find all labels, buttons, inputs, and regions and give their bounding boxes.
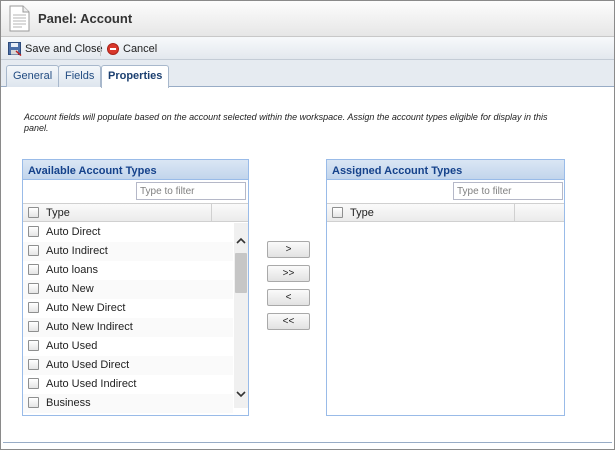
save-icon	[8, 41, 22, 56]
document-icon	[9, 5, 30, 32]
available-filter-input[interactable]	[136, 182, 246, 200]
column-divider	[211, 204, 212, 222]
remove-all-button[interactable]: <<	[267, 313, 310, 330]
row-checkbox[interactable]	[28, 226, 39, 237]
tab-general[interactable]: General	[6, 65, 60, 87]
list-item[interactable]: Auto Used Indirect	[23, 375, 233, 394]
list-item[interactable]: Auto Direct	[23, 223, 233, 242]
list-item[interactable]: Auto loans	[23, 261, 233, 280]
scroll-thumb[interactable]	[235, 253, 247, 293]
save-and-close-button[interactable]: Save and Close	[8, 41, 103, 56]
list-item[interactable]: Auto Indirect	[23, 242, 233, 261]
cancel-icon	[107, 42, 119, 55]
assigned-filter-input[interactable]	[453, 182, 563, 200]
row-checkbox[interactable]	[28, 321, 39, 332]
list-item-label: Auto New Indirect	[46, 321, 133, 333]
cancel-button[interactable]: Cancel	[107, 41, 157, 56]
available-filter-row	[23, 180, 248, 203]
description-text: Account fields will populate based on th…	[24, 112, 548, 133]
row-checkbox[interactable]	[28, 397, 39, 408]
list-item[interactable]: Auto Used	[23, 337, 233, 356]
list-item[interactable]: Auto Used Direct	[23, 356, 233, 375]
row-checkbox[interactable]	[28, 264, 39, 275]
row-checkbox[interactable]	[28, 245, 39, 256]
row-checkbox[interactable]	[28, 340, 39, 351]
list-item-label: Auto loans	[46, 264, 98, 276]
assigned-filter-row	[327, 180, 564, 203]
cancel-label: Cancel	[123, 42, 158, 55]
assigned-account-types-panel: Assigned Account Types Type	[326, 159, 565, 416]
list-item[interactable]: Business	[23, 394, 233, 413]
list-item-label: Auto Indirect	[46, 245, 108, 257]
list-item-label: Auto New Direct	[46, 302, 126, 314]
available-list: Auto Direct Auto Indirect Auto loans Aut…	[23, 223, 233, 413]
add-selected-button[interactable]: >	[267, 241, 310, 258]
toolbar: Save and Close Cancel	[1, 37, 614, 60]
toolbar-separator	[100, 41, 101, 56]
remove-selected-button[interactable]: <	[267, 289, 310, 306]
available-column-header: Type	[23, 203, 248, 222]
list-item-label: Auto New	[46, 283, 94, 295]
properties-content: Account fields will populate based on th…	[3, 88, 612, 443]
tab-bar: General Fields Properties	[1, 60, 614, 88]
panel-window: Panel: Account Save and Close Cancel Gen…	[0, 0, 615, 450]
add-all-button[interactable]: >>	[267, 265, 310, 282]
scroll-up-icon[interactable]	[235, 235, 247, 247]
list-item[interactable]: Auto New	[23, 280, 233, 299]
page-title: Panel: Account	[38, 11, 133, 26]
available-account-types-panel: Available Account Types Type Auto Direct…	[22, 159, 249, 416]
tab-fields[interactable]: Fields	[58, 65, 102, 87]
list-item-label: Auto Used	[46, 340, 98, 352]
row-checkbox[interactable]	[28, 302, 39, 313]
row-checkbox[interactable]	[28, 283, 39, 294]
title-bar: Panel: Account	[1, 1, 614, 37]
assigned-panel-title: Assigned Account Types	[327, 160, 564, 180]
list-item[interactable]: Auto New Indirect	[23, 318, 233, 337]
save-and-close-label: Save and Close	[25, 42, 103, 55]
list-item-label: Auto Direct	[46, 226, 101, 238]
assigned-type-column-label: Type	[350, 207, 374, 219]
available-type-column-label: Type	[46, 207, 70, 219]
assigned-list	[327, 223, 564, 415]
available-panel-title: Available Account Types	[23, 160, 248, 180]
row-checkbox[interactable]	[28, 378, 39, 389]
scroll-down-icon[interactable]	[235, 388, 247, 400]
list-item-label: Business	[46, 397, 91, 409]
column-divider	[514, 204, 515, 222]
available-select-all-checkbox[interactable]	[28, 207, 39, 218]
available-list-scrollbar[interactable]	[234, 223, 248, 408]
row-checkbox[interactable]	[28, 359, 39, 370]
list-item[interactable]: Auto New Direct	[23, 299, 233, 318]
assigned-column-header: Type	[327, 203, 564, 222]
assigned-select-all-checkbox[interactable]	[332, 207, 343, 218]
tab-properties[interactable]: Properties	[101, 65, 170, 88]
list-item-label: Auto Used Indirect	[46, 378, 137, 390]
list-item-label: Auto Used Direct	[46, 359, 130, 371]
